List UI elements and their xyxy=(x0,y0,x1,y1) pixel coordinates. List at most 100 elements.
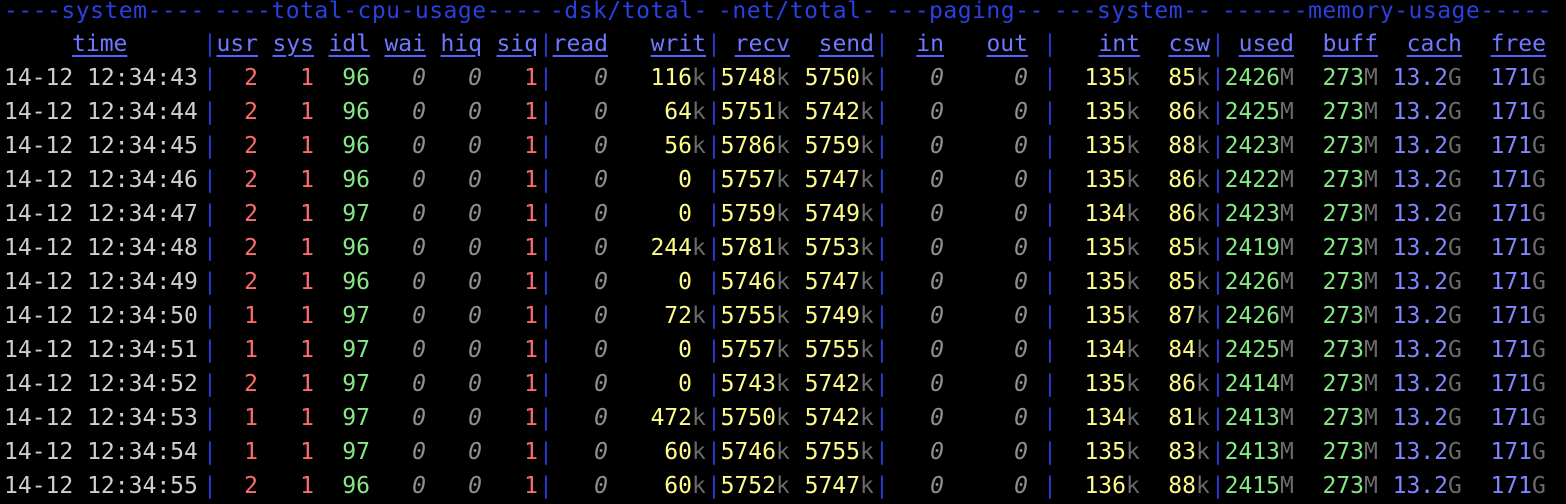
unit-suffix: G xyxy=(1532,133,1546,159)
cell-buff: 273 xyxy=(1322,405,1364,431)
cell-siq: 1 xyxy=(524,65,538,91)
cell-read: 0 xyxy=(594,405,608,431)
cell-csw: 83 xyxy=(1168,439,1196,465)
column-separator: | xyxy=(1211,133,1225,159)
cell-cach: 13.2 xyxy=(1392,337,1448,363)
unit-suffix: k xyxy=(776,235,790,261)
cell-send: 5742 xyxy=(804,405,860,431)
cell-cach: 13.2 xyxy=(1392,371,1448,397)
unit-suffix: M xyxy=(1280,405,1294,431)
unit-suffix: k xyxy=(1196,133,1210,159)
unit-suffix: k xyxy=(860,133,874,159)
cell-wai: 0 xyxy=(412,167,426,193)
column-separator: | xyxy=(707,167,721,193)
unit-suffix: M xyxy=(1280,133,1294,159)
cell-out: 0 xyxy=(1014,303,1028,329)
cell-hiq: 0 xyxy=(468,133,482,159)
cell-time: 14-12 12:34:51 xyxy=(4,337,198,363)
cell-cach: 13.2 xyxy=(1392,473,1448,499)
cell-time: 14-12 12:34:50 xyxy=(4,303,198,329)
cell-csw: 81 xyxy=(1168,405,1196,431)
cell-used: 2426 xyxy=(1224,65,1280,91)
unit-suffix: M xyxy=(1280,269,1294,295)
cell-out: 0 xyxy=(1014,99,1028,125)
unit-suffix: G xyxy=(1532,405,1546,431)
cell-idl: 96 xyxy=(342,133,370,159)
cell-writ: 0 xyxy=(678,167,692,193)
column-separator: | xyxy=(1211,31,1225,57)
unit-suffix: k xyxy=(1196,167,1210,193)
table-row: 14-12 12:34:47 2 1 97 0 0 1 0 0 5759 k 5749 k 0 0 134 k 8… xyxy=(0,197,1566,231)
unit-suffix: k xyxy=(860,473,874,499)
cell-int: 136 xyxy=(1084,473,1126,499)
cell-csw: 86 xyxy=(1168,371,1196,397)
cell-recv: 5743 xyxy=(720,371,776,397)
table-row: 14-12 12:34:53 1 1 97 0 0 1 0 472 k 5750 k 5742 k 0 0 13… xyxy=(0,401,1566,435)
cell-wai: 0 xyxy=(412,133,426,159)
cell-siq: 1 xyxy=(524,99,538,125)
unit-suffix: M xyxy=(1364,65,1378,91)
cell-read: 0 xyxy=(594,201,608,227)
cell-siq: 1 xyxy=(524,167,538,193)
unit-suffix: k xyxy=(776,201,790,227)
unit-suffix: M xyxy=(1280,337,1294,363)
cell-wai: 0 xyxy=(412,99,426,125)
cell-writ: 0 xyxy=(678,269,692,295)
cell-time: 14-12 12:34:44 xyxy=(4,99,198,125)
unit-suffix: k xyxy=(776,167,790,193)
cell-out: 0 xyxy=(1014,439,1028,465)
cell-idl: 96 xyxy=(342,65,370,91)
cell-recv: 5746 xyxy=(720,269,776,295)
column-separator: | xyxy=(1211,371,1225,397)
unit-suffix: G xyxy=(1448,303,1462,329)
column-header-recv: recv xyxy=(734,31,790,57)
cell-idl: 96 xyxy=(342,473,370,499)
column-header-row: time usr sys idl wai hiq siq read writ recv send in… xyxy=(0,27,1566,61)
group-label: -net/total- xyxy=(718,0,876,24)
cell-free: 171 xyxy=(1490,303,1532,329)
cell-time: 14-12 12:34:49 xyxy=(4,269,198,295)
cell-out: 0 xyxy=(1014,269,1028,295)
cell-recv: 5757 xyxy=(720,337,776,363)
cell-wai: 0 xyxy=(412,269,426,295)
column-separator: | xyxy=(1211,201,1225,227)
column-separator: | xyxy=(1211,99,1225,125)
unit-suffix: k xyxy=(776,473,790,499)
column-header-csw: csw xyxy=(1168,31,1210,57)
cell-used: 2414 xyxy=(1224,371,1280,397)
cell-wai: 0 xyxy=(412,337,426,363)
cell-time: 14-12 12:34:47 xyxy=(4,201,198,227)
cell-siq: 1 xyxy=(524,371,538,397)
column-separator: | xyxy=(539,133,553,159)
cell-read: 0 xyxy=(594,133,608,159)
unit-suffix: M xyxy=(1280,473,1294,499)
cell-out: 0 xyxy=(1014,167,1028,193)
cell-out: 0 xyxy=(1014,133,1028,159)
cell-send: 5747 xyxy=(804,473,860,499)
cell-in: 0 xyxy=(930,167,944,193)
cell-usr: 1 xyxy=(244,337,258,363)
column-separator: | xyxy=(1043,337,1057,363)
column-separator: | xyxy=(875,303,889,329)
cell-sys: 1 xyxy=(300,405,314,431)
cell-in: 0 xyxy=(930,269,944,295)
cell-time: 14-12 12:34:46 xyxy=(4,167,198,193)
cell-idl: 97 xyxy=(342,303,370,329)
column-separator: | xyxy=(1043,405,1057,431)
column-separator: | xyxy=(203,31,217,57)
unit-suffix: k xyxy=(860,371,874,397)
table-row: 14-12 12:34:48 2 1 96 0 0 1 0 244 k 5781 k 5753 k 0 0 13… xyxy=(0,231,1566,265)
cell-free: 171 xyxy=(1490,371,1532,397)
column-separator: | xyxy=(875,235,889,261)
cell-buff: 273 xyxy=(1322,337,1364,363)
cell-used: 2423 xyxy=(1224,201,1280,227)
column-separator: | xyxy=(707,133,721,159)
column-separator: | xyxy=(203,65,217,91)
column-separator: | xyxy=(707,31,721,57)
cell-recv: 5757 xyxy=(720,167,776,193)
cell-writ: 244 xyxy=(650,235,692,261)
cell-used: 2415 xyxy=(1224,473,1280,499)
unit-suffix: k xyxy=(1196,371,1210,397)
cell-idl: 97 xyxy=(342,371,370,397)
cell-csw: 84 xyxy=(1168,337,1196,363)
